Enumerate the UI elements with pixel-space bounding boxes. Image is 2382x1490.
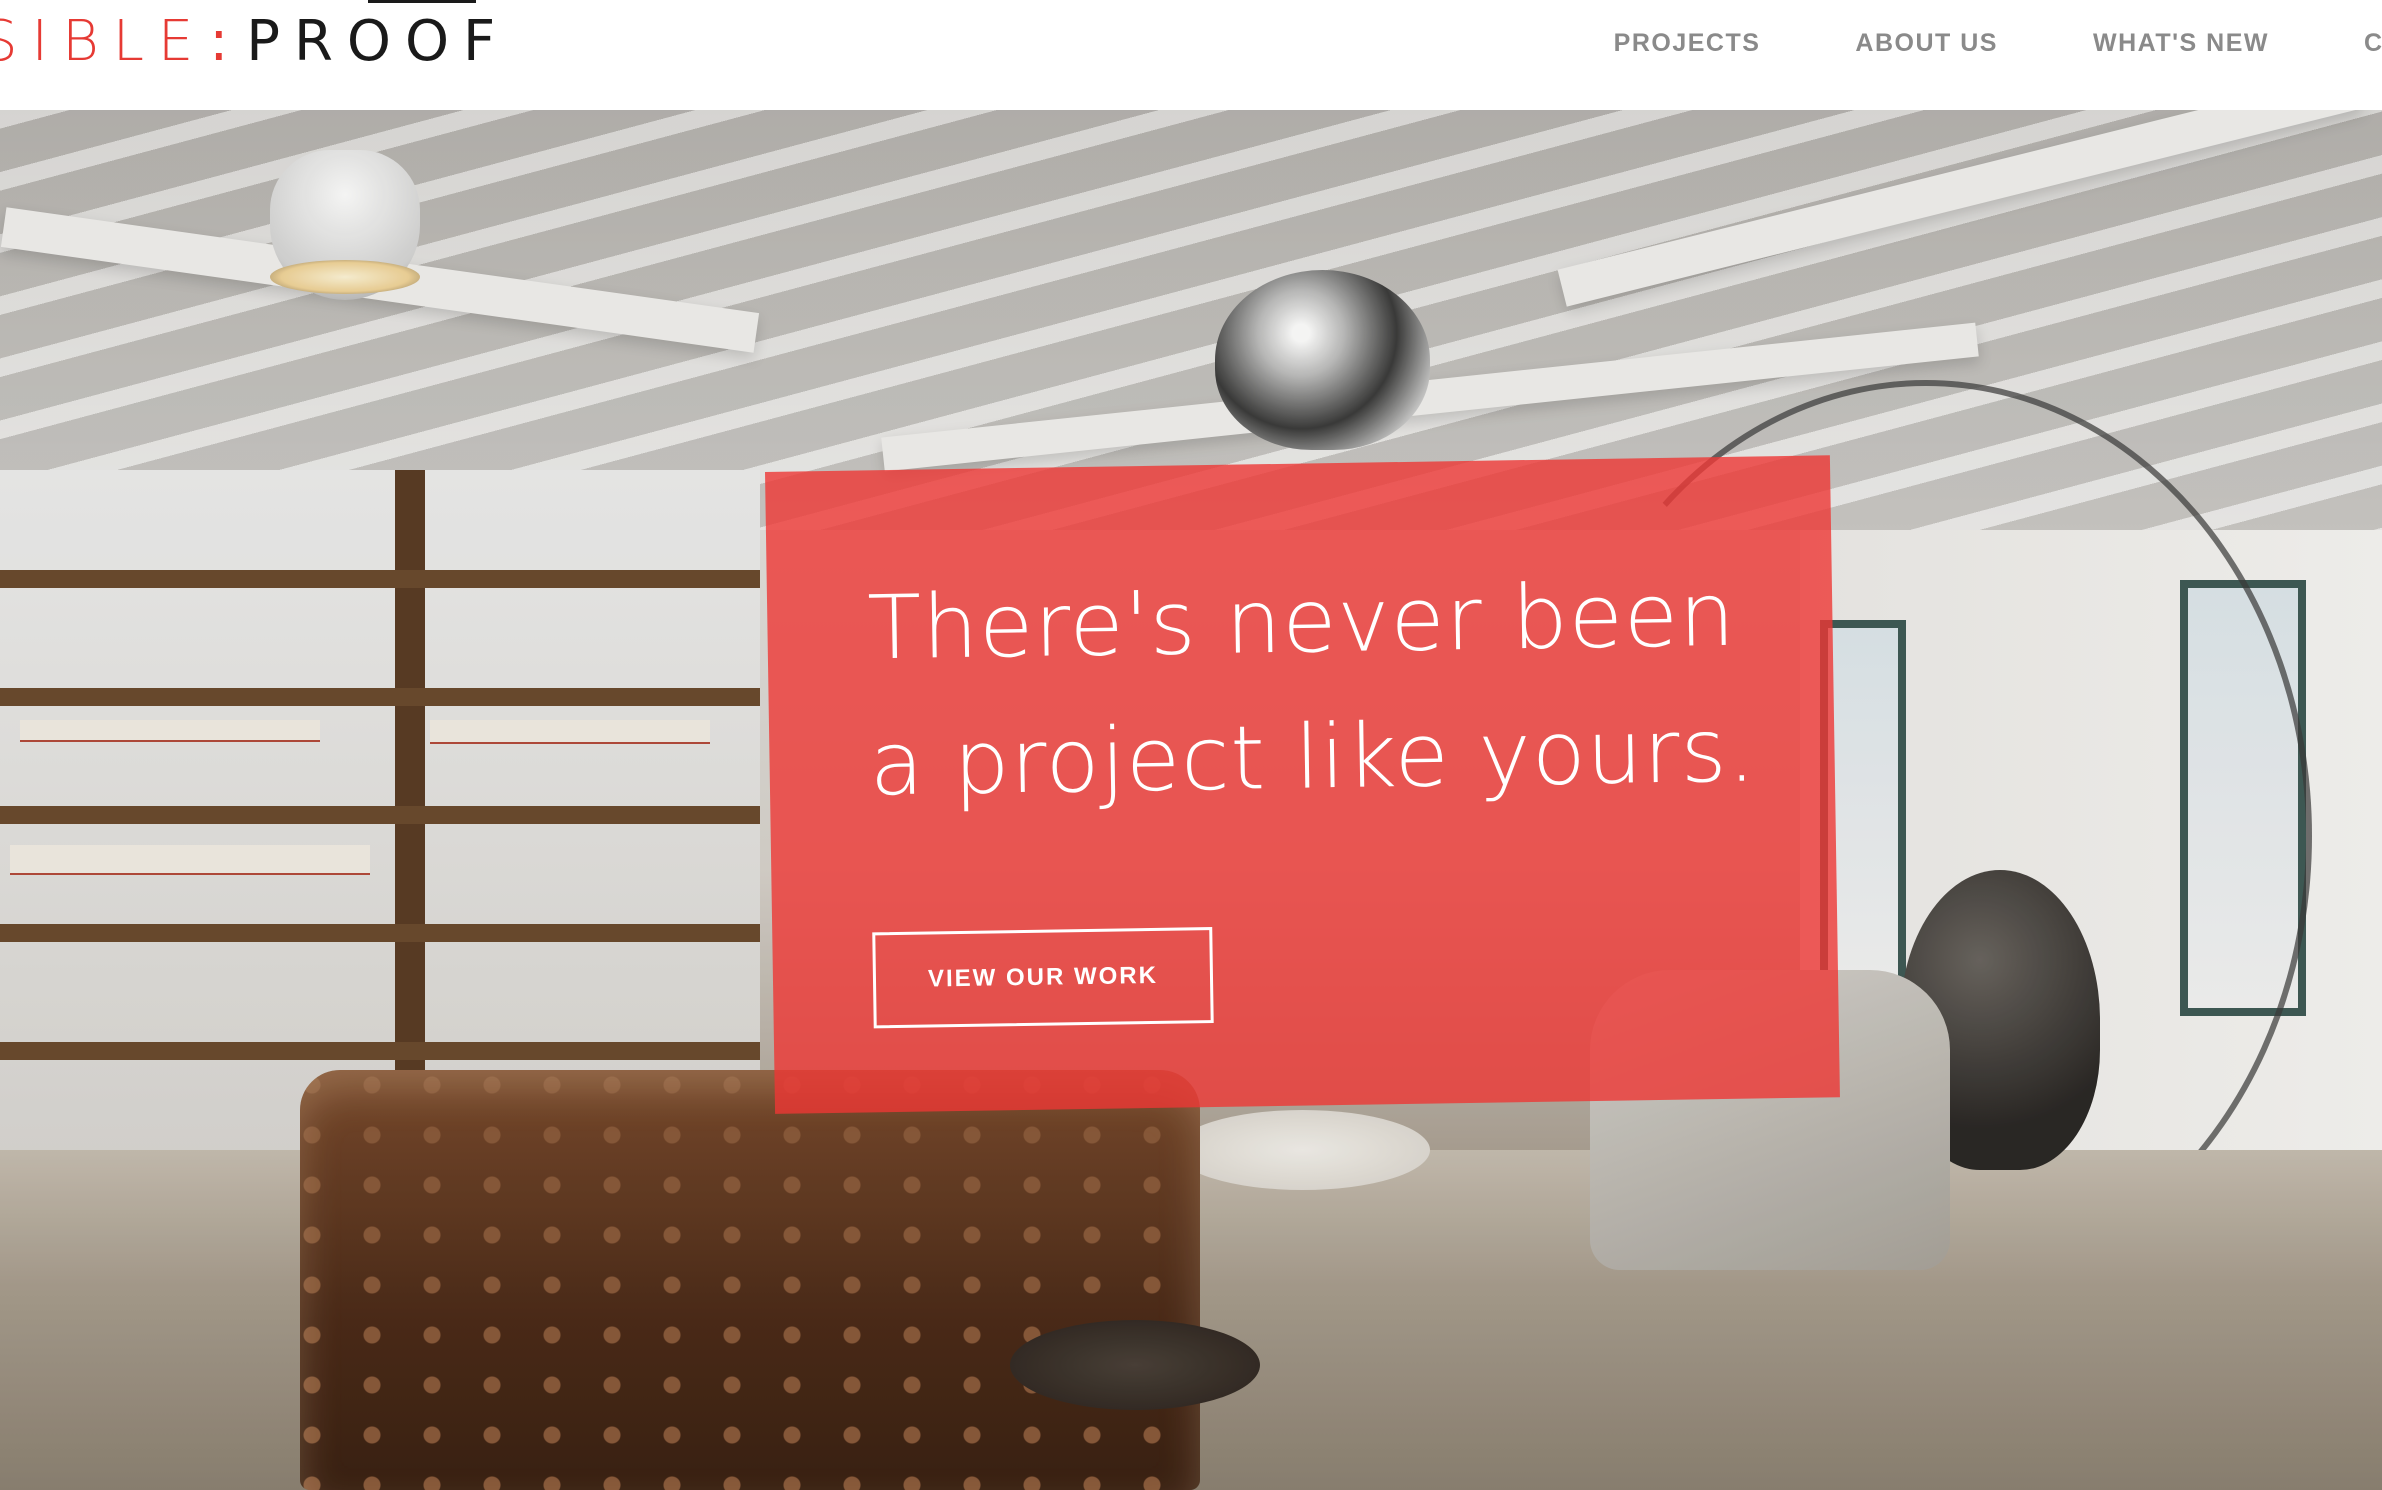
nav-item-projects[interactable]: PROJECTS xyxy=(1614,29,1761,58)
logo-text-dark-label: PROOF xyxy=(246,8,510,74)
nav-item-whats-new[interactable]: WHAT'S NEW xyxy=(2093,29,2269,58)
nav-item-truncated[interactable]: C xyxy=(2364,29,2382,58)
logo-overbar xyxy=(368,0,477,3)
hero-section: There's never been a project like yours.… xyxy=(0,110,2382,1490)
main-nav: PROJECTS ABOUT US WHAT'S NEW C xyxy=(1614,28,2382,58)
nav-item-about-us[interactable]: ABOUT US xyxy=(1855,29,1998,58)
view-our-work-button[interactable]: VIEW OUR WORK xyxy=(872,927,1214,1029)
page: SIBLE : PROOF PROJECTS ABOUT US WHAT'S N… xyxy=(0,0,2382,1490)
site-logo[interactable]: SIBLE : PROOF xyxy=(0,0,510,76)
logo-colon: : xyxy=(209,8,229,74)
logo-text-red: SIBLE xyxy=(0,8,208,74)
site-header: SIBLE : PROOF PROJECTS ABOUT US WHAT'S N… xyxy=(0,0,2382,110)
hero-headline: There's never been a project like yours. xyxy=(866,562,1758,816)
logo-text-dark: PROOF xyxy=(246,0,510,74)
hero-card: There's never been a project like yours.… xyxy=(765,455,1840,1114)
